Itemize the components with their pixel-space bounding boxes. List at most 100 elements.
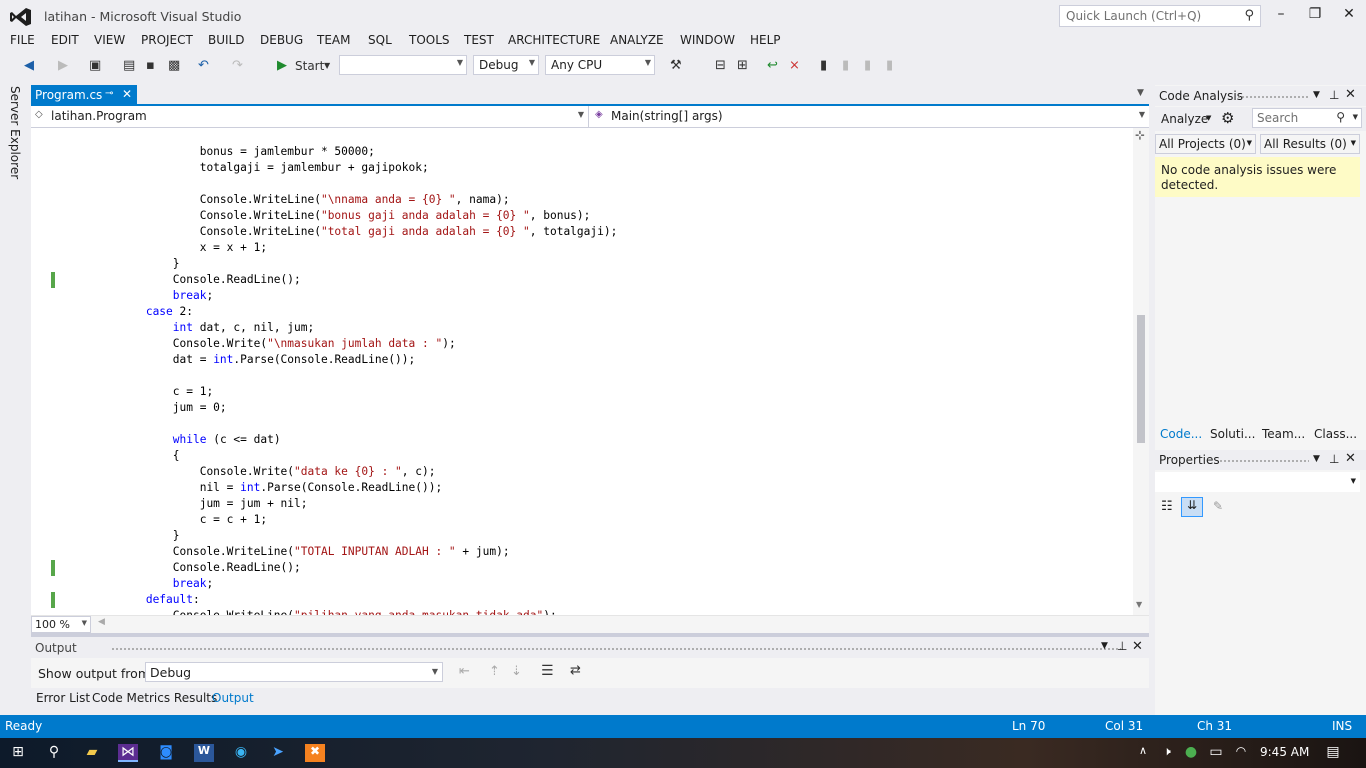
- app-icon[interactable]: ➤: [268, 744, 288, 762]
- bookmark-icon[interactable]: ▮: [820, 57, 827, 75]
- chevron-down-icon[interactable]: ▼: [1206, 114, 1211, 122]
- alphabetical-icon[interactable]: ⇊: [1181, 497, 1203, 517]
- menu-edit[interactable]: EDIT: [51, 33, 79, 47]
- battery-icon[interactable]: ▭: [1206, 744, 1226, 762]
- menu-project[interactable]: PROJECT: [141, 33, 193, 47]
- clear-all-icon[interactable]: ☰: [541, 663, 554, 679]
- start-button[interactable]: Start: [295, 57, 324, 75]
- quick-launch-input[interactable]: Quick Launch (Ctrl+Q) ⚲: [1059, 5, 1261, 27]
- tab-error-list[interactable]: Error List: [36, 691, 90, 705]
- tab-solution-explorer[interactable]: Soluti...: [1210, 427, 1255, 441]
- menu-architecture[interactable]: ARCHITECTURE: [508, 33, 600, 47]
- property-pages-icon[interactable]: ✎: [1213, 499, 1223, 513]
- platform-select[interactable]: Any CPU ▼: [545, 55, 655, 75]
- tab-class-view[interactable]: Class...: [1314, 427, 1357, 441]
- class-view-icon[interactable]: ⊞: [737, 57, 748, 75]
- zoom-app-icon[interactable]: ◙: [156, 744, 176, 762]
- save-icon[interactable]: ▪: [146, 57, 155, 75]
- code-editor[interactable]: bonus = jamlembur * 50000; totalgaji = j…: [31, 128, 1133, 615]
- show-hidden-icons-icon[interactable]: ∧: [1133, 744, 1153, 762]
- file-explorer-icon[interactable]: ▰: [82, 744, 102, 762]
- start-icon[interactable]: ▶: [277, 57, 287, 75]
- go-to-location-icon[interactable]: ⇤: [459, 664, 470, 679]
- type-dropdown[interactable]: ◇ latihan.Program ▼: [31, 106, 589, 127]
- menu-view[interactable]: VIEW: [94, 33, 125, 47]
- panel-splitter[interactable]: [31, 633, 1149, 637]
- minimize-button[interactable]: –: [1271, 6, 1291, 26]
- drag-handle[interactable]: [1237, 95, 1309, 99]
- wifi-icon[interactable]: ◠: [1231, 744, 1251, 762]
- xampp-icon[interactable]: ✖: [305, 744, 325, 762]
- menu-help[interactable]: HELP: [750, 33, 781, 47]
- tab-code-metrics[interactable]: Code Metrics Results: [92, 691, 217, 705]
- close-panel-icon[interactable]: ✕: [1132, 639, 1143, 654]
- stop-icon[interactable]: ⨯: [789, 57, 800, 75]
- split-editor-icon[interactable]: ⊹: [1135, 128, 1145, 142]
- solution-configuration-empty[interactable]: ▼: [339, 55, 467, 75]
- prev-bookmark-icon[interactable]: ▮: [842, 57, 849, 75]
- scroll-left-icon[interactable]: ◀: [98, 617, 105, 627]
- restore-button[interactable]: ❐: [1305, 6, 1325, 26]
- start-dropdown-icon[interactable]: ▼: [324, 57, 330, 75]
- pin-icon[interactable]: ⊥: [1329, 88, 1339, 102]
- previous-message-icon[interactable]: ⇡: [489, 664, 500, 679]
- security-icon[interactable]: ●: [1181, 744, 1201, 762]
- document-tab[interactable]: Program.cs ⊸ ✕: [31, 85, 137, 105]
- word-wrap-icon[interactable]: ⇄: [570, 663, 581, 678]
- edge-icon[interactable]: ◉: [231, 744, 251, 762]
- close-panel-icon[interactable]: ✕: [1345, 451, 1356, 466]
- code-analysis-search-input[interactable]: Search ⚲ ▼: [1252, 108, 1362, 128]
- window-position-icon[interactable]: ▼: [1313, 90, 1320, 100]
- menu-team[interactable]: TEAM: [317, 33, 350, 47]
- save-all-icon[interactable]: ▩: [168, 57, 180, 75]
- menu-tools[interactable]: TOOLS: [409, 33, 450, 47]
- configuration-select[interactable]: Debug ▼: [473, 55, 539, 75]
- pin-icon[interactable]: ⊥: [1117, 639, 1127, 653]
- close-panel-icon[interactable]: ✕: [1345, 87, 1356, 102]
- undo-icon[interactable]: ↶: [198, 57, 209, 75]
- tab-team-explorer[interactable]: Team...: [1262, 427, 1305, 441]
- show-output-from-select[interactable]: Debug ▼: [145, 662, 443, 682]
- drag-handle[interactable]: [1219, 459, 1309, 463]
- clear-bookmarks-icon[interactable]: ▮: [886, 57, 893, 75]
- menu-test[interactable]: TEST: [464, 33, 494, 47]
- close-tab-icon[interactable]: ✕: [122, 87, 132, 101]
- projects-filter[interactable]: All Projects (0) ▼: [1155, 134, 1256, 154]
- find-icon[interactable]: ⚒: [670, 57, 682, 75]
- window-position-icon[interactable]: ▼: [1313, 454, 1320, 464]
- menu-debug[interactable]: DEBUG: [260, 33, 303, 47]
- menu-build[interactable]: BUILD: [208, 33, 244, 47]
- scroll-down-icon[interactable]: ▼: [1136, 600, 1142, 609]
- drag-handle[interactable]: [111, 647, 1121, 651]
- code-text[interactable]: bonus = jamlembur * 50000; totalgaji = j…: [65, 144, 618, 615]
- member-dropdown[interactable]: ◈ Main(string[] args) ▼: [591, 106, 1149, 127]
- properties-object-select[interactable]: ▼: [1155, 472, 1360, 492]
- search-icon[interactable]: ⚲: [44, 744, 64, 762]
- window-position-icon[interactable]: ▼: [1101, 641, 1108, 651]
- forward-icon[interactable]: ▶: [58, 57, 68, 75]
- menu-file[interactable]: FILE: [10, 33, 35, 47]
- volume-muted-icon[interactable]: 🕨: [1157, 744, 1177, 762]
- new-project-icon[interactable]: ▣: [89, 57, 101, 75]
- open-file-icon[interactable]: ▤: [123, 57, 135, 75]
- windows-start-icon[interactable]: ⊞: [8, 744, 28, 762]
- solution-explorer-icon[interactable]: ⊟: [715, 57, 726, 75]
- gear-icon[interactable]: ⚙: [1221, 109, 1234, 127]
- pin-icon[interactable]: ⊥: [1329, 452, 1339, 466]
- back-icon[interactable]: ◀: [24, 57, 34, 75]
- menu-window[interactable]: WINDOW: [680, 33, 735, 47]
- server-explorer-tab[interactable]: Server Explorer: [8, 86, 22, 179]
- scrollbar-thumb[interactable]: [1137, 315, 1145, 443]
- zoom-select[interactable]: 100 % ▼: [31, 616, 91, 633]
- clock[interactable]: 9:45 AM: [1260, 745, 1309, 759]
- tab-output[interactable]: Output: [212, 691, 254, 705]
- pin-icon[interactable]: ⊸: [105, 88, 113, 99]
- redo-icon[interactable]: ↷: [232, 57, 243, 75]
- next-message-icon[interactable]: ⇣: [511, 664, 522, 679]
- tab-code-analysis[interactable]: Code...: [1160, 427, 1202, 441]
- close-window-button[interactable]: ✕: [1339, 6, 1359, 26]
- categorized-icon[interactable]: ☷: [1161, 499, 1173, 514]
- analyze-button[interactable]: Analyze: [1161, 112, 1208, 126]
- notifications-icon[interactable]: ▤: [1323, 744, 1343, 762]
- results-filter[interactable]: All Results (0) ▼: [1260, 134, 1360, 154]
